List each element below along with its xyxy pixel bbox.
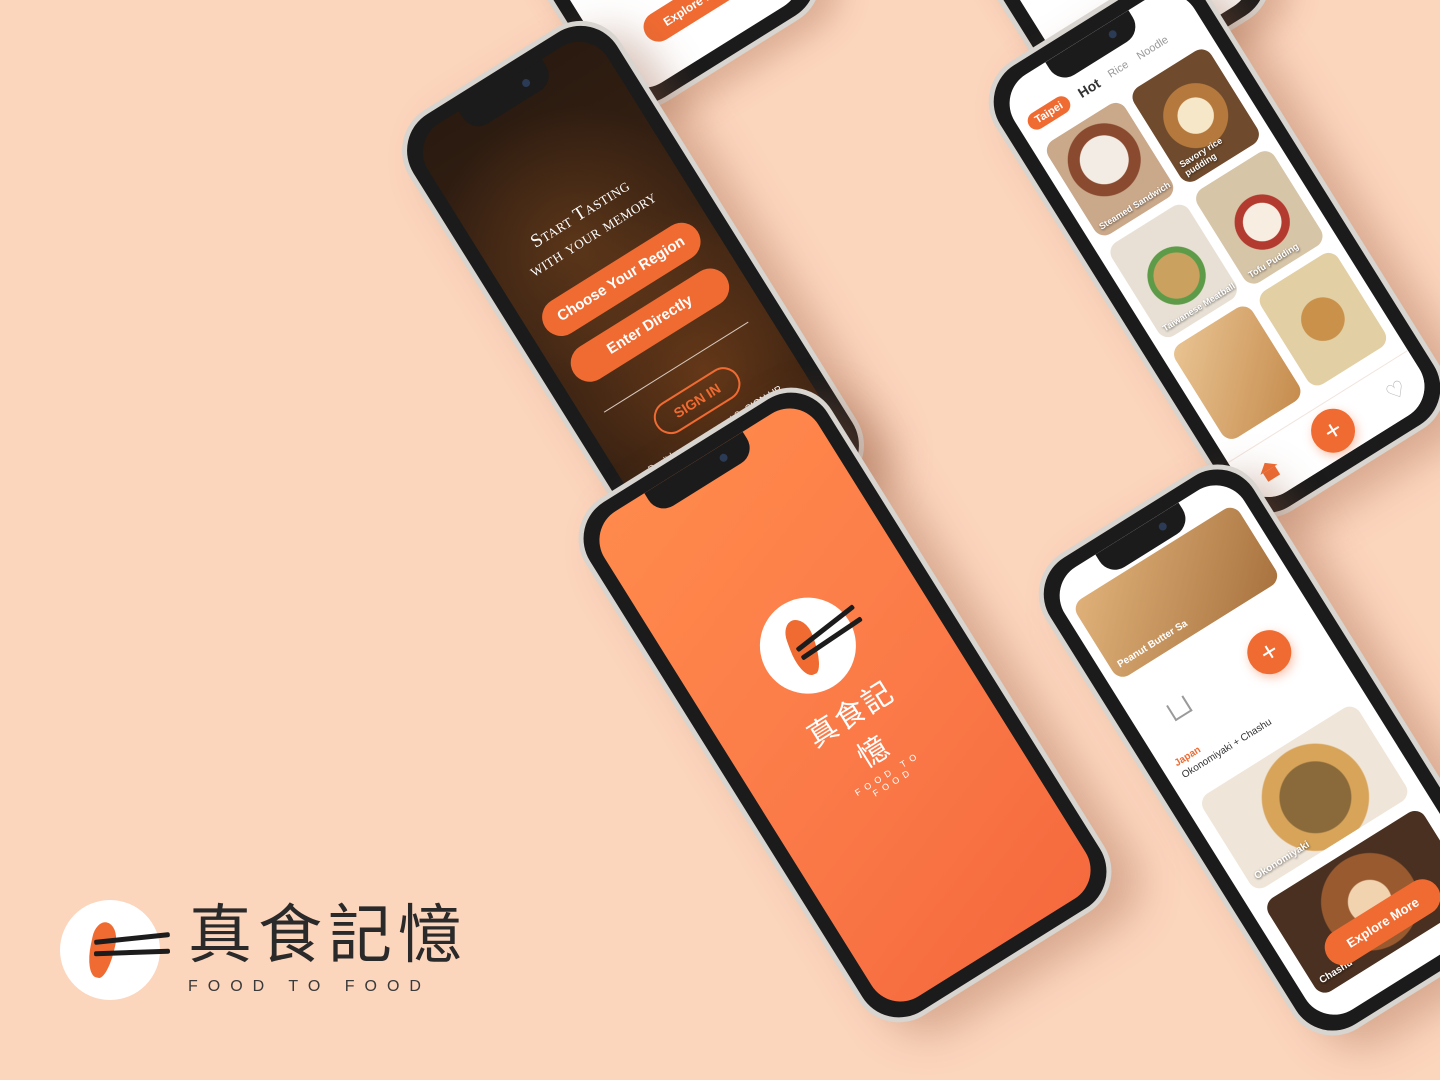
add-button[interactable]: + xyxy=(1238,621,1300,683)
brand-subtitle: FOOD TO FOOD xyxy=(188,978,431,995)
camera-icon xyxy=(718,452,730,464)
phone-detail: Peanut Butter Sa + Japan Okonomiyaki + C… xyxy=(1020,446,1440,1054)
camera-icon xyxy=(1107,28,1119,40)
tab-hot[interactable]: Hot xyxy=(1075,75,1103,101)
phone-food-grid: Taipei Hot Rice Noodle Steamed Sandwich … xyxy=(970,0,1440,536)
explore-more-button[interactable]: Explore More xyxy=(637,0,756,48)
home-icon[interactable] xyxy=(1166,695,1193,722)
phone-splash: 真食記憶 FOOD TO FOOD xyxy=(560,369,1130,1041)
logo-icon xyxy=(60,900,171,1000)
add-button[interactable]: + xyxy=(1302,399,1364,461)
detail-screen: Peanut Butter Sa + Japan Okonomiyaki + C… xyxy=(1046,472,1440,1028)
brand-text: 真食記憶 FOOD TO FOOD xyxy=(188,904,468,996)
food-card-label: Peanut Butter Sa xyxy=(1115,618,1190,671)
splash-logo: 真食記憶 FOOD TO FOOD xyxy=(729,571,949,819)
tab-noodle[interactable]: Noodle xyxy=(1135,34,1171,63)
food-card-label: Okonomiyaki xyxy=(1252,839,1312,882)
camera-icon xyxy=(1157,520,1169,532)
food-grid-screen: Taipei Hot Rice Noodle Steamed Sandwich … xyxy=(996,0,1438,510)
city-badge[interactable]: Taipei xyxy=(1024,92,1074,134)
mockup-stage: Explore More Start Tasting with your mem… xyxy=(0,0,1440,1080)
tab-rice[interactable]: Rice xyxy=(1106,59,1131,81)
food-grid: Steamed Sandwich Savory rice pudding Tai… xyxy=(1042,44,1391,444)
brand-name: 真食記憶 xyxy=(188,900,468,971)
home-icon[interactable] xyxy=(1256,457,1282,483)
brand-block: 真食記憶 FOOD TO FOOD xyxy=(60,900,468,1000)
splash-screen: 真食記憶 FOOD TO FOOD xyxy=(586,395,1104,1015)
heart-icon[interactable]: ♡ xyxy=(1381,374,1412,407)
camera-icon xyxy=(520,77,532,89)
